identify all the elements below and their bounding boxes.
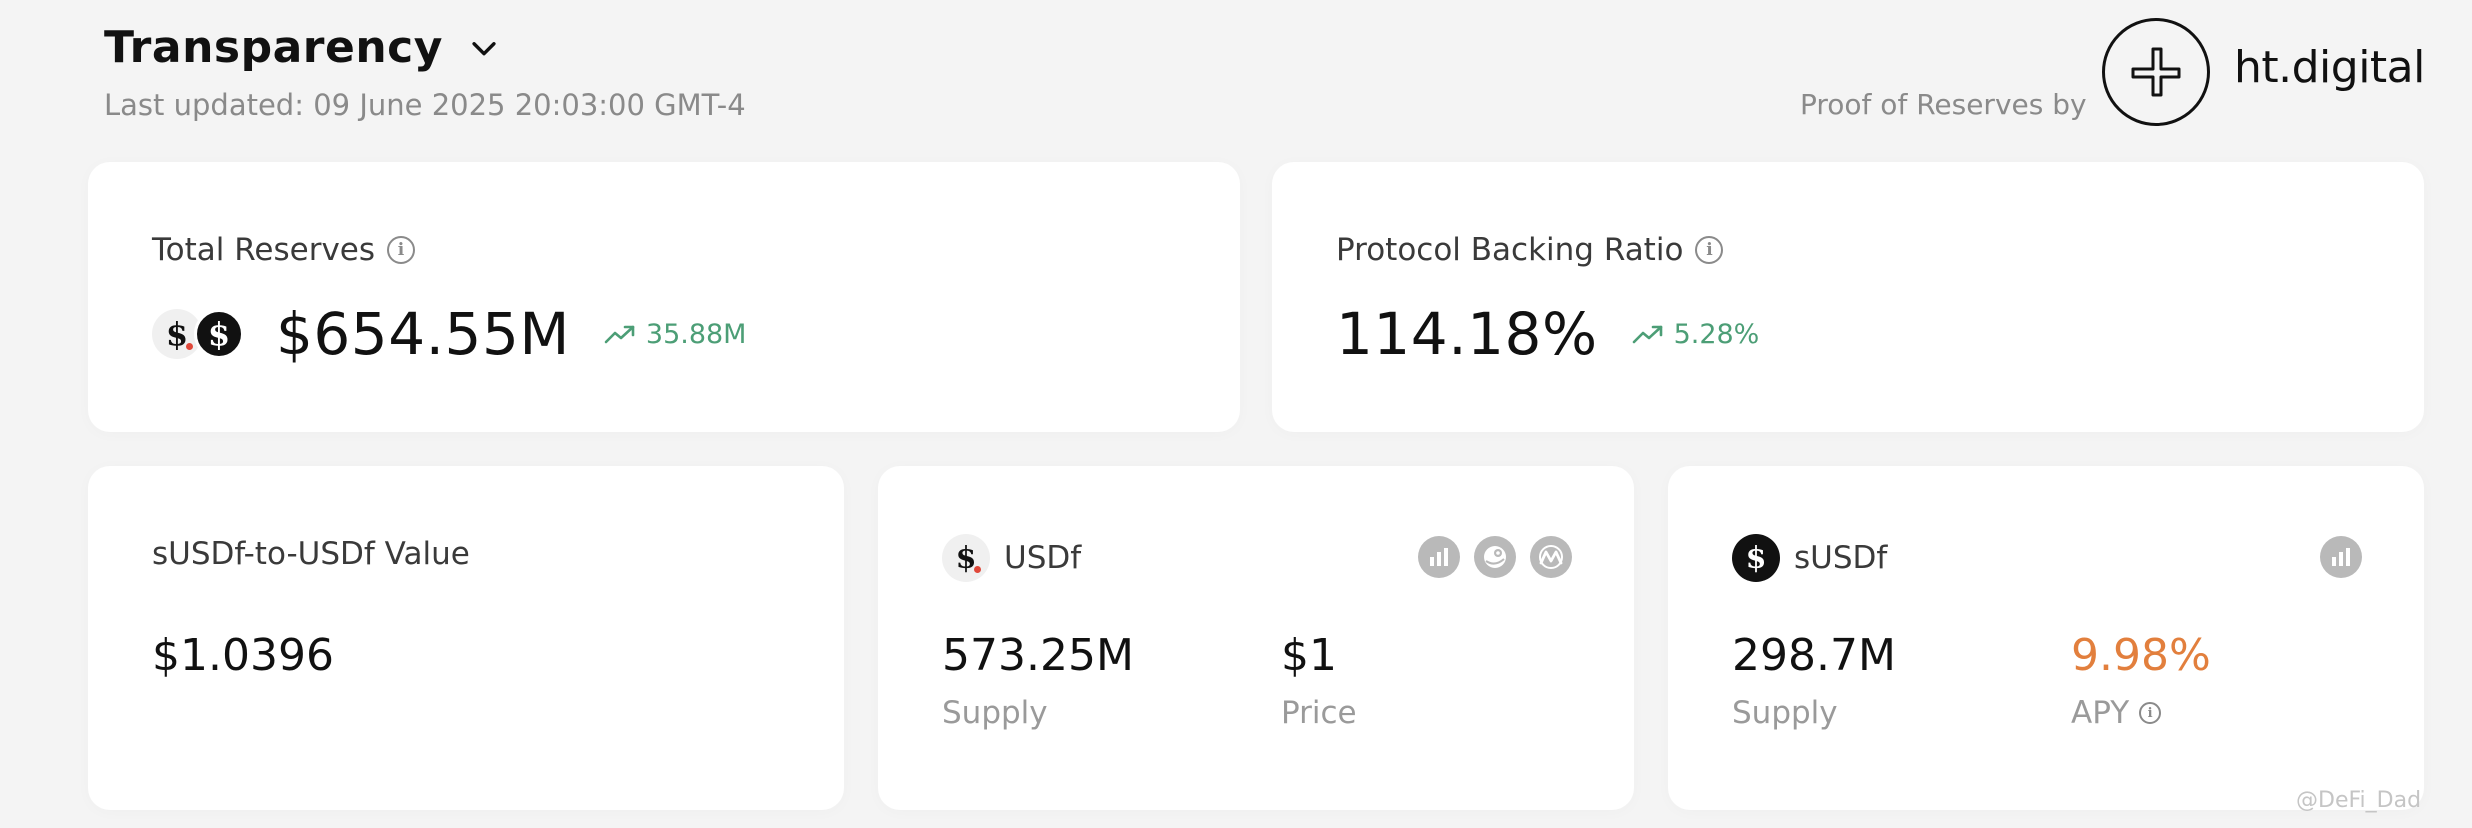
- usdf-price-value: $1: [1281, 630, 1337, 681]
- susdf-apy-value: 9.98%: [2071, 630, 2211, 681]
- total-reserves-card: Total Reserves i $ $ $654.55M 35.88M: [88, 162, 1240, 432]
- usdf-name: USDf: [1004, 540, 1082, 576]
- last-updated: Last updated: 09 June 2025 20:03:00 GMT-…: [104, 88, 746, 122]
- usdf-token-icon: $: [942, 534, 990, 582]
- info-icon[interactable]: i: [1695, 236, 1724, 264]
- trending-up-icon: [1632, 325, 1662, 344]
- total-reserves-value: $654.55M: [276, 300, 570, 368]
- susdf-card: $ sUSDf 298.7M Supply 9.98% APY i: [1668, 466, 2424, 810]
- change-amount: 35.88M: [645, 318, 747, 350]
- total-reserves-change: 35.88M: [604, 318, 747, 350]
- chart-icon[interactable]: [1418, 536, 1460, 578]
- ht-digital-logo-icon[interactable]: [2102, 18, 2210, 126]
- info-icon[interactable]: i: [387, 236, 416, 264]
- backing-ratio-change: 5.28%: [1632, 318, 1760, 350]
- susdf-value-label: sUSDf-to-USDf Value: [152, 536, 470, 572]
- usdf-external-links: [1418, 536, 1572, 578]
- title-dropdown[interactable]: Transparency: [104, 22, 501, 73]
- usdf-supply-label: Supply: [942, 695, 1048, 731]
- token-icons: $ $: [152, 309, 244, 359]
- usdf-supply-stat: 573.25M Supply: [942, 630, 1134, 731]
- susdf-supply-stat: 298.7M Supply: [1732, 630, 1896, 731]
- change-percent: 5.28%: [1673, 318, 1760, 350]
- usdf-card: $ USDf 573.25M Supply $1 Price: [878, 466, 1634, 810]
- susdf-name: sUSDf: [1794, 540, 1888, 576]
- trending-up-icon: [604, 325, 635, 344]
- usdf-price-stat: $1 Price: [1281, 630, 1357, 731]
- coinmarketcap-icon[interactable]: [1530, 536, 1572, 578]
- total-reserves-label: Total Reserves: [152, 232, 376, 268]
- backing-ratio-label: Protocol Backing Ratio: [1336, 232, 1684, 268]
- watermark: @DeFi_Dad: [2296, 788, 2422, 813]
- chevron-down-icon[interactable]: [467, 31, 501, 65]
- susdf-token-icon: $: [1732, 534, 1780, 582]
- susdf-token-icon: $: [194, 309, 244, 359]
- usdf-supply-value: 573.25M: [942, 630, 1134, 681]
- info-icon[interactable]: i: [2139, 702, 2162, 724]
- backing-ratio-card: Protocol Backing Ratio i 114.18% 5.28%: [1272, 162, 2424, 432]
- gecko-icon[interactable]: [1474, 536, 1516, 578]
- susdf-value-card: sUSDf-to-USDf Value $1.0396: [88, 466, 844, 810]
- susdf-value: $1.0396: [152, 630, 334, 681]
- page-title: Transparency: [104, 22, 443, 73]
- susdf-supply-label: Supply: [1732, 695, 1838, 731]
- susdf-external-links: [2320, 536, 2362, 578]
- brand-name[interactable]: ht.digital: [2234, 42, 2425, 93]
- usdf-price-label: Price: [1281, 695, 1357, 731]
- backing-ratio-value: 114.18%: [1336, 300, 1598, 368]
- proof-of-reserves-label: Proof of Reserves by: [1800, 88, 2087, 121]
- chart-icon[interactable]: [2320, 536, 2362, 578]
- susdf-supply-value: 298.7M: [1732, 630, 1896, 681]
- susdf-apy-stat: 9.98% APY i: [2071, 630, 2211, 731]
- susdf-apy-label: APY: [2071, 695, 2130, 731]
